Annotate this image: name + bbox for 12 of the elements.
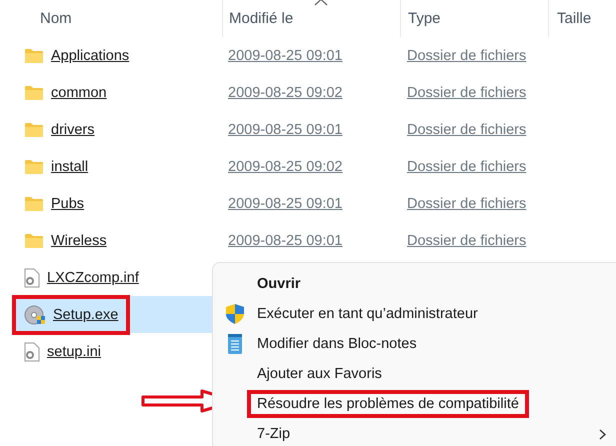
file-type: Dossier de fichiers (407, 48, 526, 64)
modified-date: 2009-08-25 09:01 (228, 48, 342, 64)
modified-date: 2009-08-25 09:02 (228, 158, 342, 174)
file-type: Dossier de fichiers (407, 196, 526, 212)
modified-date: 2009-08-25 09:01 (228, 232, 342, 248)
modified-date: 2009-08-25 09:02 (228, 84, 342, 100)
modified-date: 2009-08-25 09:01 (228, 122, 342, 138)
file-type: Dossier de fichiers (407, 84, 526, 100)
file-type: Dossier de fichiers (407, 122, 526, 138)
file-type: Dossier de fichiers (407, 232, 526, 248)
modified-date: 2009-08-25 09:01 (228, 196, 342, 212)
file-type: Dossier de fichiers (407, 158, 526, 174)
